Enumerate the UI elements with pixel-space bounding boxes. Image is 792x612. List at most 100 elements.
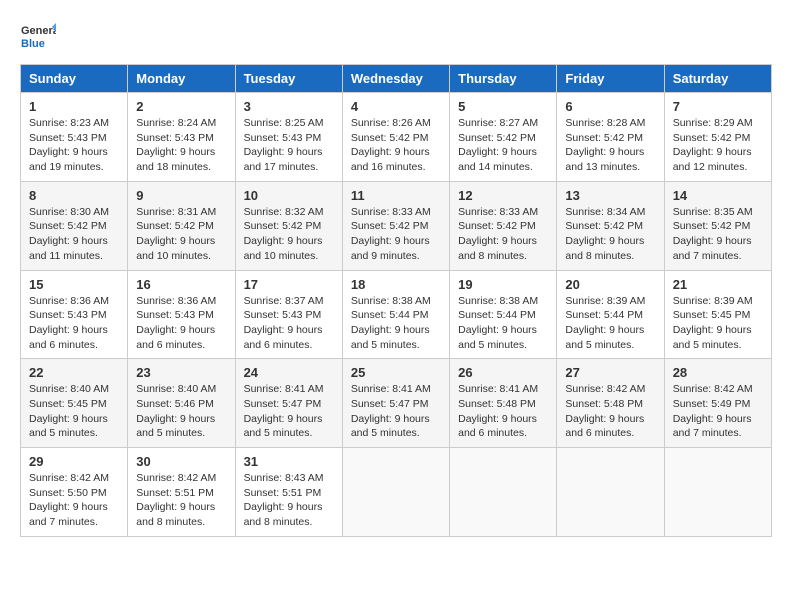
weekday-header: Wednesday <box>342 65 449 93</box>
calendar-day-cell: 1 Sunrise: 8:23 AMSunset: 5:43 PMDayligh… <box>21 93 128 182</box>
day-info: Sunrise: 8:26 AMSunset: 5:42 PMDaylight:… <box>351 117 431 173</box>
day-info: Sunrise: 8:43 AMSunset: 5:51 PMDaylight:… <box>244 472 324 528</box>
calendar-day-cell: 20 Sunrise: 8:39 AMSunset: 5:44 PMDaylig… <box>557 270 664 359</box>
day-number: 12 <box>458 188 548 203</box>
day-number: 21 <box>673 277 763 292</box>
calendar-day-cell: 28 Sunrise: 8:42 AMSunset: 5:49 PMDaylig… <box>664 359 771 448</box>
calendar-day-cell: 12 Sunrise: 8:33 AMSunset: 5:42 PMDaylig… <box>450 181 557 270</box>
day-info: Sunrise: 8:36 AMSunset: 5:43 PMDaylight:… <box>136 295 216 351</box>
calendar-day-cell: 23 Sunrise: 8:40 AMSunset: 5:46 PMDaylig… <box>128 359 235 448</box>
weekday-header: Saturday <box>664 65 771 93</box>
day-number: 16 <box>136 277 226 292</box>
calendar-week-row: 29 Sunrise: 8:42 AMSunset: 5:50 PMDaylig… <box>21 448 772 537</box>
day-number: 6 <box>565 99 655 114</box>
day-info: Sunrise: 8:30 AMSunset: 5:42 PMDaylight:… <box>29 206 109 262</box>
calendar-day-cell: 15 Sunrise: 8:36 AMSunset: 5:43 PMDaylig… <box>21 270 128 359</box>
calendar-day-cell: 30 Sunrise: 8:42 AMSunset: 5:51 PMDaylig… <box>128 448 235 537</box>
calendar-day-cell: 2 Sunrise: 8:24 AMSunset: 5:43 PMDayligh… <box>128 93 235 182</box>
day-number: 17 <box>244 277 334 292</box>
day-number: 25 <box>351 365 441 380</box>
calendar-day-cell: 26 Sunrise: 8:41 AMSunset: 5:48 PMDaylig… <box>450 359 557 448</box>
day-number: 18 <box>351 277 441 292</box>
day-number: 13 <box>565 188 655 203</box>
day-number: 23 <box>136 365 226 380</box>
day-number: 15 <box>29 277 119 292</box>
day-number: 5 <box>458 99 548 114</box>
calendar-day-cell: 4 Sunrise: 8:26 AMSunset: 5:42 PMDayligh… <box>342 93 449 182</box>
day-number: 3 <box>244 99 334 114</box>
calendar-day-cell: 8 Sunrise: 8:30 AMSunset: 5:42 PMDayligh… <box>21 181 128 270</box>
day-info: Sunrise: 8:37 AMSunset: 5:43 PMDaylight:… <box>244 295 324 351</box>
day-info: Sunrise: 8:41 AMSunset: 5:48 PMDaylight:… <box>458 383 538 439</box>
weekday-header: Friday <box>557 65 664 93</box>
day-info: Sunrise: 8:41 AMSunset: 5:47 PMDaylight:… <box>244 383 324 439</box>
day-number: 31 <box>244 454 334 469</box>
weekday-header: Thursday <box>450 65 557 93</box>
weekday-header-row: SundayMondayTuesdayWednesdayThursdayFrid… <box>21 65 772 93</box>
day-number: 27 <box>565 365 655 380</box>
day-number: 1 <box>29 99 119 114</box>
calendar-day-cell: 31 Sunrise: 8:43 AMSunset: 5:51 PMDaylig… <box>235 448 342 537</box>
calendar-day-cell <box>664 448 771 537</box>
day-info: Sunrise: 8:38 AMSunset: 5:44 PMDaylight:… <box>458 295 538 351</box>
day-number: 26 <box>458 365 548 380</box>
day-number: 20 <box>565 277 655 292</box>
weekday-header: Sunday <box>21 65 128 93</box>
calendar-week-row: 15 Sunrise: 8:36 AMSunset: 5:43 PMDaylig… <box>21 270 772 359</box>
day-info: Sunrise: 8:33 AMSunset: 5:42 PMDaylight:… <box>458 206 538 262</box>
calendar-week-row: 8 Sunrise: 8:30 AMSunset: 5:42 PMDayligh… <box>21 181 772 270</box>
calendar-day-cell: 3 Sunrise: 8:25 AMSunset: 5:43 PMDayligh… <box>235 93 342 182</box>
day-info: Sunrise: 8:23 AMSunset: 5:43 PMDaylight:… <box>29 117 109 173</box>
day-info: Sunrise: 8:40 AMSunset: 5:46 PMDaylight:… <box>136 383 216 439</box>
day-info: Sunrise: 8:42 AMSunset: 5:50 PMDaylight:… <box>29 472 109 528</box>
calendar-day-cell: 27 Sunrise: 8:42 AMSunset: 5:48 PMDaylig… <box>557 359 664 448</box>
calendar-day-cell: 6 Sunrise: 8:28 AMSunset: 5:42 PMDayligh… <box>557 93 664 182</box>
day-number: 30 <box>136 454 226 469</box>
day-info: Sunrise: 8:25 AMSunset: 5:43 PMDaylight:… <box>244 117 324 173</box>
day-info: Sunrise: 8:38 AMSunset: 5:44 PMDaylight:… <box>351 295 431 351</box>
day-info: Sunrise: 8:39 AMSunset: 5:44 PMDaylight:… <box>565 295 645 351</box>
day-number: 7 <box>673 99 763 114</box>
day-info: Sunrise: 8:31 AMSunset: 5:42 PMDaylight:… <box>136 206 216 262</box>
day-info: Sunrise: 8:28 AMSunset: 5:42 PMDaylight:… <box>565 117 645 173</box>
calendar-day-cell: 13 Sunrise: 8:34 AMSunset: 5:42 PMDaylig… <box>557 181 664 270</box>
logo: General Blue <box>20 20 56 56</box>
calendar-day-cell: 5 Sunrise: 8:27 AMSunset: 5:42 PMDayligh… <box>450 93 557 182</box>
day-info: Sunrise: 8:29 AMSunset: 5:42 PMDaylight:… <box>673 117 753 173</box>
calendar-week-row: 1 Sunrise: 8:23 AMSunset: 5:43 PMDayligh… <box>21 93 772 182</box>
day-info: Sunrise: 8:35 AMSunset: 5:42 PMDaylight:… <box>673 206 753 262</box>
calendar-day-cell: 10 Sunrise: 8:32 AMSunset: 5:42 PMDaylig… <box>235 181 342 270</box>
day-number: 8 <box>29 188 119 203</box>
day-info: Sunrise: 8:27 AMSunset: 5:42 PMDaylight:… <box>458 117 538 173</box>
page-header: General Blue <box>20 20 772 56</box>
calendar-day-cell <box>450 448 557 537</box>
svg-text:Blue: Blue <box>21 38 45 50</box>
day-number: 29 <box>29 454 119 469</box>
day-info: Sunrise: 8:42 AMSunset: 5:49 PMDaylight:… <box>673 383 753 439</box>
day-info: Sunrise: 8:40 AMSunset: 5:45 PMDaylight:… <box>29 383 109 439</box>
calendar-day-cell: 11 Sunrise: 8:33 AMSunset: 5:42 PMDaylig… <box>342 181 449 270</box>
logo-icon: General Blue <box>20 20 56 56</box>
calendar-day-cell: 24 Sunrise: 8:41 AMSunset: 5:47 PMDaylig… <box>235 359 342 448</box>
day-info: Sunrise: 8:34 AMSunset: 5:42 PMDaylight:… <box>565 206 645 262</box>
calendar-day-cell: 7 Sunrise: 8:29 AMSunset: 5:42 PMDayligh… <box>664 93 771 182</box>
calendar-table: SundayMondayTuesdayWednesdayThursdayFrid… <box>20 64 772 537</box>
day-number: 2 <box>136 99 226 114</box>
day-info: Sunrise: 8:24 AMSunset: 5:43 PMDaylight:… <box>136 117 216 173</box>
calendar-day-cell: 29 Sunrise: 8:42 AMSunset: 5:50 PMDaylig… <box>21 448 128 537</box>
day-info: Sunrise: 8:33 AMSunset: 5:42 PMDaylight:… <box>351 206 431 262</box>
calendar-day-cell: 17 Sunrise: 8:37 AMSunset: 5:43 PMDaylig… <box>235 270 342 359</box>
calendar-day-cell: 25 Sunrise: 8:41 AMSunset: 5:47 PMDaylig… <box>342 359 449 448</box>
calendar-day-cell <box>342 448 449 537</box>
calendar-day-cell: 21 Sunrise: 8:39 AMSunset: 5:45 PMDaylig… <box>664 270 771 359</box>
day-number: 22 <box>29 365 119 380</box>
calendar-day-cell: 19 Sunrise: 8:38 AMSunset: 5:44 PMDaylig… <box>450 270 557 359</box>
day-number: 11 <box>351 188 441 203</box>
calendar-day-cell: 9 Sunrise: 8:31 AMSunset: 5:42 PMDayligh… <box>128 181 235 270</box>
calendar-day-cell: 16 Sunrise: 8:36 AMSunset: 5:43 PMDaylig… <box>128 270 235 359</box>
day-number: 19 <box>458 277 548 292</box>
weekday-header: Monday <box>128 65 235 93</box>
calendar-day-cell: 18 Sunrise: 8:38 AMSunset: 5:44 PMDaylig… <box>342 270 449 359</box>
day-number: 28 <box>673 365 763 380</box>
calendar-day-cell <box>557 448 664 537</box>
